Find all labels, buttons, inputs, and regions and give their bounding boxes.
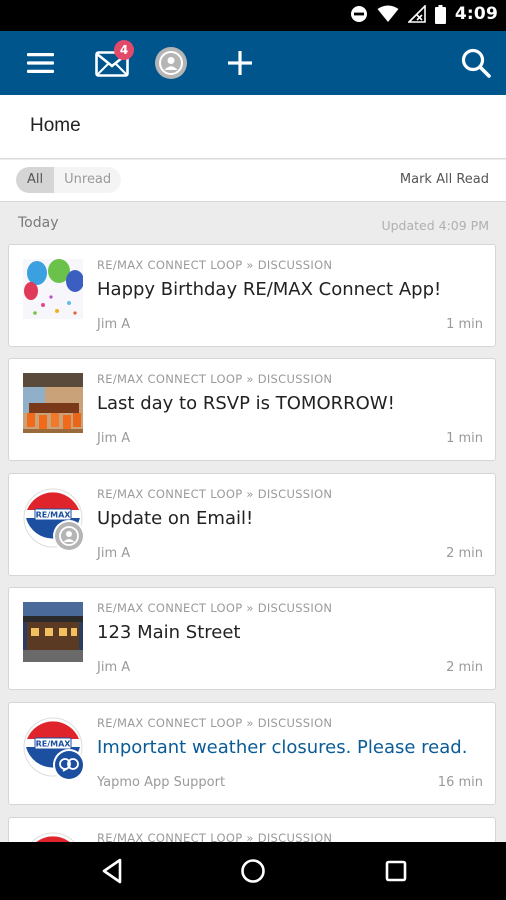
card-group: RE/MAX CONNECT LOOP » DISCUSSION: [97, 601, 333, 615]
app-bar: 4: [0, 31, 506, 95]
feed-list: RE/MAX CONNECT LOOP » DISCUSSION Happy B…: [0, 244, 506, 842]
balloons-thumbnail: [23, 259, 83, 319]
recents-button[interactable]: [356, 842, 436, 900]
filter-all-tab[interactable]: All: [16, 167, 55, 193]
card-group: RE/MAX CONNECT LOOP » DISCUSSION: [97, 258, 333, 272]
no-signal-icon: [407, 5, 426, 23]
card-title[interactable]: Important weather closures. Please read.: [97, 737, 467, 758]
conference-room-thumbnail: [23, 373, 83, 433]
hamburger-menu-icon: [26, 53, 54, 73]
notification-badge: 4: [114, 40, 134, 60]
do-not-disturb-icon: [350, 6, 367, 22]
section-label: Today: [18, 215, 59, 231]
house-thumbnail: [23, 602, 83, 662]
card-author: Jim A: [97, 546, 131, 561]
card-time: 16 min: [437, 775, 483, 790]
page-header: Home: [0, 95, 506, 159]
remax-balloon-thumbnail: [23, 832, 83, 842]
search-icon: [461, 48, 491, 78]
system-navigation-bar: [0, 842, 506, 900]
back-button[interactable]: [72, 842, 152, 900]
feed-card[interactable]: RE/MAX CONNECT LOOP » DISCUSSION: [8, 817, 496, 842]
card-author: Jim A: [97, 431, 131, 446]
card-group: RE/MAX CONNECT LOOP » DISCUSSION: [97, 716, 333, 730]
plus-icon: [228, 51, 252, 75]
card-author: Jim A: [97, 317, 131, 332]
feed-card[interactable]: RE/MAX CONNECT LOOP » DISCUSSION Last da…: [8, 358, 496, 461]
recents-square-icon: [385, 860, 407, 882]
back-triangle-icon: [102, 858, 122, 884]
filter-bar: All Unread Mark All Read: [0, 160, 506, 202]
section-header: Today Updated 4:09 PM: [0, 203, 506, 241]
card-author: Jim A: [97, 660, 131, 675]
home-button[interactable]: [213, 842, 293, 900]
user-avatar-icon: [55, 522, 83, 550]
card-time: 1 min: [446, 431, 483, 446]
mark-all-read-button[interactable]: Mark All Read: [400, 172, 489, 187]
card-time: 1 min: [446, 317, 483, 332]
updated-timestamp: Updated 4:09 PM: [381, 218, 489, 233]
profile-button[interactable]: [150, 31, 192, 95]
card-group: RE/MAX CONNECT LOOP » DISCUSSION: [97, 372, 333, 386]
card-title[interactable]: Update on Email!: [97, 508, 253, 529]
card-group: RE/MAX CONNECT LOOP » DISCUSSION: [97, 831, 333, 842]
card-group: RE/MAX CONNECT LOOP » DISCUSSION: [97, 487, 333, 501]
support-avatar-badge: [53, 749, 85, 781]
card-time: 2 min: [446, 546, 483, 561]
user-avatar-icon: [155, 47, 187, 79]
page-title: Home: [30, 115, 81, 136]
support-logo-icon: [55, 751, 83, 779]
user-avatar-badge: [53, 520, 85, 552]
clock: 4:09: [454, 4, 498, 24]
status-bar: 4:09: [0, 0, 506, 31]
menu-button[interactable]: [14, 31, 66, 95]
add-button[interactable]: [220, 31, 260, 95]
battery-icon: [434, 4, 446, 24]
inbox-button[interactable]: 4: [82, 31, 142, 95]
card-title[interactable]: Last day to RSVP is TOMORROW!: [97, 393, 395, 414]
card-title[interactable]: Happy Birthday RE/MAX Connect App!: [97, 279, 441, 300]
card-author: Yapmo App Support: [97, 775, 226, 790]
search-button[interactable]: [452, 31, 500, 95]
home-circle-icon: [241, 859, 265, 883]
wifi-icon: [377, 5, 399, 22]
filter-unread-tab[interactable]: Unread: [54, 167, 121, 193]
feed-card[interactable]: RE/MAX RE/MAX CONNECT LOOP » DISCUSSION …: [8, 702, 496, 805]
card-title[interactable]: 123 Main Street: [97, 622, 240, 643]
feed-card[interactable]: RE/MAX CONNECT LOOP » DISCUSSION Happy B…: [8, 244, 496, 347]
svg-text:RE/MAX: RE/MAX: [36, 740, 72, 749]
feed-card[interactable]: RE/MAX RE/MAX CONNECT LOOP » DISCUSSION …: [8, 473, 496, 576]
card-time: 2 min: [446, 660, 483, 675]
feed-card[interactable]: RE/MAX CONNECT LOOP » DISCUSSION 123 Mai…: [8, 587, 496, 690]
svg-text:RE/MAX: RE/MAX: [36, 511, 72, 520]
filter-segmented-control: All Unread: [16, 167, 122, 193]
